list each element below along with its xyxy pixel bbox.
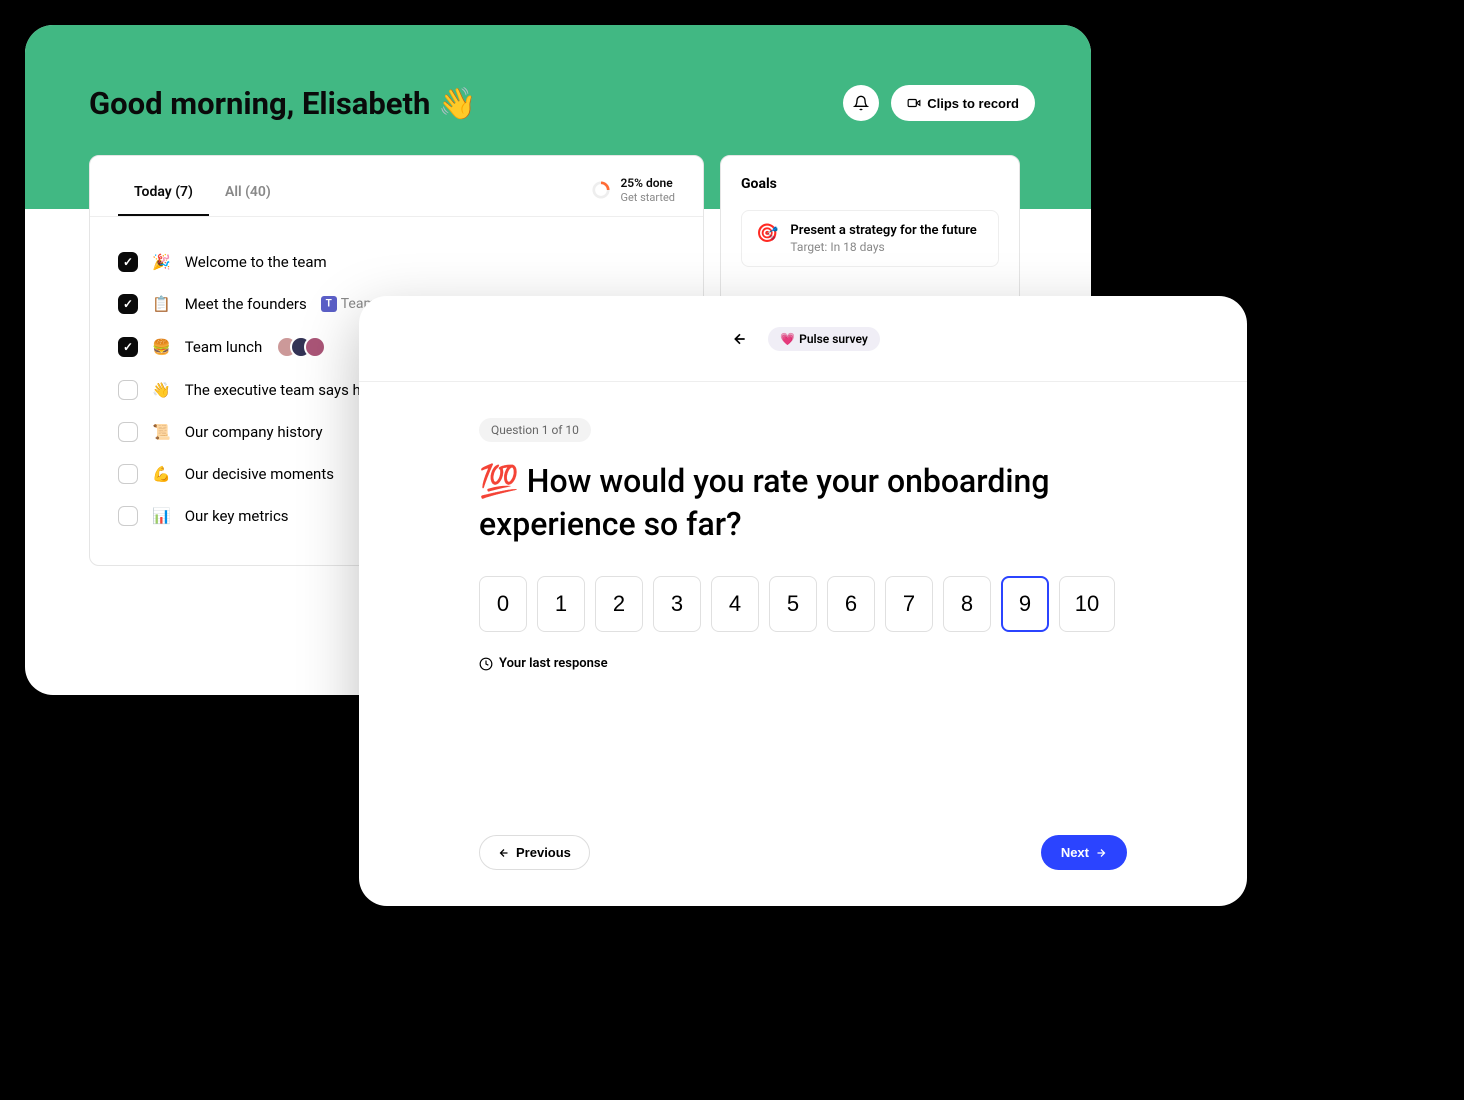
task-label: Meet the founders xyxy=(185,295,307,313)
task-checkbox[interactable] xyxy=(118,252,138,272)
task-checkbox[interactable] xyxy=(118,422,138,442)
survey-badge: 💗 Pulse survey xyxy=(768,327,880,351)
scale-option-2[interactable]: 2 xyxy=(595,576,643,632)
task-label: Our decisive moments xyxy=(185,465,334,483)
task-label: The executive team says hi xyxy=(185,381,365,399)
progress-sub-text: Get started xyxy=(620,191,675,204)
task-row[interactable]: 🎉 Welcome to the team xyxy=(118,241,675,283)
previous-button[interactable]: Previous xyxy=(479,835,590,870)
task-checkbox[interactable] xyxy=(118,337,138,357)
survey-badge-text: Pulse survey xyxy=(799,332,868,346)
notifications-button[interactable] xyxy=(843,85,879,121)
tab-today[interactable]: Today (7) xyxy=(118,174,209,216)
heart-icon: 💗 xyxy=(780,332,795,346)
survey-header: 💗 Pulse survey xyxy=(359,296,1247,382)
next-label: Next xyxy=(1061,845,1089,860)
goal-title: Present a strategy for the future xyxy=(790,223,976,238)
task-label: Team lunch xyxy=(185,338,263,356)
last-response-link[interactable]: Your last response xyxy=(479,656,1127,671)
survey-question: 💯 How would you rate your onboarding exp… xyxy=(479,460,1127,546)
task-label: Welcome to the team xyxy=(185,253,327,271)
question-counter: Question 1 of 10 xyxy=(479,418,591,442)
goal-subtitle: Target: In 18 days xyxy=(790,240,976,254)
scale-option-5[interactable]: 5 xyxy=(769,576,817,632)
previous-label: Previous xyxy=(516,845,571,860)
tab-all[interactable]: All (40) xyxy=(209,174,287,216)
avatar xyxy=(304,336,326,358)
progress-done-text: 25% done xyxy=(620,176,675,190)
back-button[interactable] xyxy=(726,325,754,353)
next-button[interactable]: Next xyxy=(1041,835,1127,870)
survey-window: 💗 Pulse survey Question 1 of 10 💯 How wo… xyxy=(359,296,1247,906)
arrow-left-icon xyxy=(732,331,748,347)
rating-scale: 0 1 2 3 4 5 6 7 8 9 10 xyxy=(479,576,1127,632)
task-checkbox[interactable] xyxy=(118,294,138,314)
task-emoji: 👋 xyxy=(152,381,171,399)
task-emoji: 🎉 xyxy=(152,253,171,271)
scale-option-0[interactable]: 0 xyxy=(479,576,527,632)
scale-option-6[interactable]: 6 xyxy=(827,576,875,632)
scale-option-3[interactable]: 3 xyxy=(653,576,701,632)
video-icon xyxy=(907,96,921,110)
task-emoji: 💪 xyxy=(152,465,171,483)
task-checkbox[interactable] xyxy=(118,464,138,484)
progress-indicator[interactable]: 25% done Get started xyxy=(592,176,675,214)
task-emoji: 🍔 xyxy=(152,338,171,356)
arrow-left-icon xyxy=(498,847,510,859)
greeting-text: Good morning, Elisabeth xyxy=(89,85,430,122)
clips-to-record-button[interactable]: Clips to record xyxy=(891,85,1035,121)
task-emoji: 📋 xyxy=(152,295,171,313)
task-label: Our company history xyxy=(185,423,323,441)
clips-label: Clips to record xyxy=(927,96,1019,111)
clock-icon xyxy=(479,657,493,671)
task-avatars xyxy=(276,336,326,358)
hundred-icon: 💯 xyxy=(479,462,519,500)
scale-option-4[interactable]: 4 xyxy=(711,576,759,632)
task-checkbox[interactable] xyxy=(118,506,138,526)
goals-heading: Goals xyxy=(741,176,999,192)
teams-icon xyxy=(321,296,337,312)
question-text: How would you rate your onboarding exper… xyxy=(479,462,1049,543)
scale-option-9[interactable]: 9 xyxy=(1001,576,1049,632)
arrow-right-icon xyxy=(1095,847,1107,859)
task-emoji: 📜 xyxy=(152,423,171,441)
bell-icon xyxy=(853,95,869,111)
wave-icon: 👋 xyxy=(438,85,477,122)
task-checkbox[interactable] xyxy=(118,380,138,400)
task-emoji: 📊 xyxy=(152,507,171,525)
task-label: Our key metrics xyxy=(185,507,289,525)
scale-option-10[interactable]: 10 xyxy=(1059,576,1115,632)
scale-option-8[interactable]: 8 xyxy=(943,576,991,632)
scale-option-7[interactable]: 7 xyxy=(885,576,933,632)
goal-item[interactable]: 🎯 Present a strategy for the future Targ… xyxy=(741,210,999,267)
last-response-text: Your last response xyxy=(499,656,608,671)
progress-ring-icon xyxy=(592,181,610,199)
scale-option-1[interactable]: 1 xyxy=(537,576,585,632)
target-icon: 🎯 xyxy=(756,223,778,244)
